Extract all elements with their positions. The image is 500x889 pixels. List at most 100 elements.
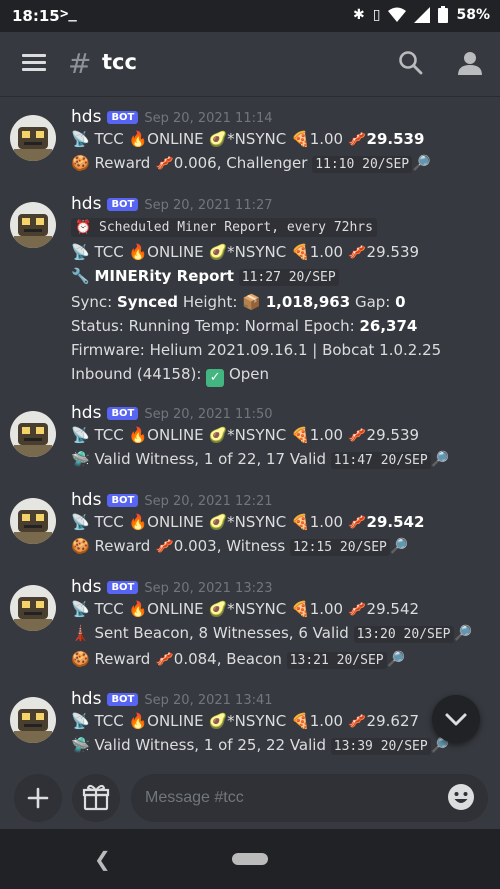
vibrate-icon: ▯ (372, 6, 381, 23)
message: hds BOT Sep 20, 2021 11:50 📡 TCC 🔥ONLINE 🥑… (0, 403, 500, 473)
cookie-icon: 🍪 (71, 650, 90, 668)
fire-icon: 🔥 (128, 513, 148, 531)
box-icon: 📦 (242, 293, 261, 311)
message-list[interactable]: hds BOT Sep 20, 2021 11:14 📡 TCC 🔥ONLINE 🥑… (0, 97, 500, 769)
message: hds BOT Sep 20, 2021 11:14 📡 TCC 🔥ONLINE 🥑… (0, 107, 500, 177)
magnifier-icon[interactable]: 🔎 (431, 450, 450, 468)
message-author[interactable]: hds (71, 490, 101, 510)
search-icon[interactable] (398, 50, 424, 76)
fire-icon: 🔥 (128, 243, 148, 261)
message-input[interactable] (131, 774, 488, 822)
ufo-icon: 🛸 (71, 736, 90, 754)
message: hds BOT Sep 20, 2021 12:21 📡 TCC 🔥ONLINE 🥑… (0, 490, 500, 560)
satellite-icon: 📡 (71, 513, 90, 531)
avocado-icon: 🥑 (208, 426, 228, 444)
message-author[interactable]: hds (71, 689, 101, 709)
emoji-icon[interactable] (447, 783, 475, 811)
sync-line: Sync: Synced Height: 📦 1,018,963 Gap: 0 (71, 293, 406, 311)
fire-icon: 🔥 (128, 130, 148, 148)
message-timestamp: Sep 20, 2021 13:23 (144, 581, 273, 596)
gift-button[interactable] (72, 774, 120, 822)
reward-line: 🍪 Reward 🥓0.003, Witness 12:15 20/SEP 🔎 (71, 537, 409, 556)
bot-avatar[interactable] (10, 202, 56, 248)
chevron-down-icon (445, 713, 467, 726)
bot-avatar[interactable] (10, 498, 56, 544)
cookie-icon: 🍪 (71, 154, 90, 172)
bot-avatar[interactable] (10, 115, 56, 161)
message: hds BOT Sep 20, 2021 13:23 📡 TCC 🔥ONLINE 🥑… (0, 577, 500, 673)
battery-icon (438, 6, 449, 23)
magnifier-icon[interactable]: 🔎 (412, 154, 431, 172)
message-author[interactable]: hds (71, 403, 101, 423)
message-timestamp: Sep 20, 2021 11:50 (144, 407, 273, 422)
firmware-line: Firmware: Helium 2021.09.16.1 | Bobcat 1… (71, 341, 442, 359)
cookie-icon: 🍪 (71, 537, 90, 555)
status-line: 📡 TCC 🔥ONLINE 🥑*NSYNC 🍕1.00 🥓29.542 (71, 600, 420, 618)
magnifier-icon[interactable]: 🔎 (387, 650, 406, 668)
magnifier-icon[interactable]: 🔎 (454, 624, 473, 642)
fire-icon: 🔥 (128, 600, 148, 618)
magnifier-icon[interactable]: 🔎 (390, 537, 409, 555)
channel-header: # tcc (0, 32, 500, 97)
status-line: 📡 TCC 🔥ONLINE 🥑*NSYNC 🍕1.00 🥓29.539 (71, 243, 420, 261)
report-title-line: 🔧 MINERity Report 11:27 20/SEP (71, 264, 500, 290)
jump-to-bottom-button[interactable] (432, 695, 480, 743)
members-icon[interactable] (456, 50, 484, 76)
status-line: 📡 TCC 🔥ONLINE 🥑*NSYNC 🍕1.00 🥓29.542 (71, 513, 425, 531)
gift-icon (82, 784, 110, 811)
status-bar: 18:15 >_ ✱ ▯ 58% (0, 0, 500, 32)
pizza-icon: 🍕 (291, 600, 310, 618)
bot-badge: BOT (107, 407, 139, 420)
message-composer (0, 769, 500, 829)
pizza-icon: 🍕 (291, 513, 310, 531)
status-time: 18:15 (12, 7, 60, 25)
bot-avatar[interactable] (10, 697, 56, 743)
pizza-icon: 🍕 (291, 712, 310, 730)
status-info-line: Status: Running Temp: Normal Epoch: 26,3… (71, 317, 418, 335)
message-author[interactable]: hds (71, 107, 101, 127)
satellite-icon: 📡 (71, 600, 90, 618)
system-navigation-bar: ❮ (0, 829, 500, 889)
bacon-icon: 🥓 (347, 600, 367, 618)
menu-icon[interactable] (22, 54, 46, 72)
bot-badge: BOT (107, 581, 139, 594)
bot-avatar[interactable] (10, 585, 56, 631)
bacon-icon: 🥓 (347, 426, 367, 444)
attach-button[interactable] (14, 774, 62, 822)
avocado-icon: 🥑 (208, 712, 228, 730)
bluetooth-icon: ✱ (353, 6, 365, 23)
reward-line: 🍪 Reward 🥓0.006, Challenger 11:10 20/SEP… (71, 154, 431, 173)
witness-line: 🛸 Valid Witness, 1 of 22, 17 Valid 11:47… (71, 450, 450, 469)
pizza-icon: 🍕 (291, 130, 310, 148)
bot-badge: BOT (107, 494, 139, 507)
inbound-line: Inbound (44158): ✓ Open (71, 365, 270, 387)
message-timestamp: Sep 20, 2021 11:14 (144, 111, 273, 126)
avocado-icon: 🥑 (208, 130, 228, 148)
message-author[interactable]: hds (71, 194, 101, 214)
terminal-icon: >_ (60, 6, 77, 22)
fire-icon: 🔥 (128, 426, 148, 444)
battery-percent: 58% (456, 6, 490, 23)
satellite-icon: 📡 (71, 243, 90, 261)
bot-badge: BOT (107, 693, 139, 706)
pizza-icon: 🍕 (291, 426, 310, 444)
bot-avatar[interactable] (10, 411, 56, 457)
bacon-icon: 🥓 (347, 243, 367, 261)
wifi-icon (388, 7, 407, 22)
fire-icon: 🔥 (128, 712, 148, 730)
status-line: 📡 TCC 🔥ONLINE 🥑*NSYNC 🍕1.00 🥓29.539 (71, 130, 425, 148)
check-icon: ✓ (206, 369, 225, 387)
back-icon[interactable]: ❮ (94, 847, 111, 871)
message: hds BOT Sep 20, 2021 13:41 📡 TCC 🔥ONLINE 🥑… (0, 689, 500, 759)
home-pill[interactable] (232, 853, 268, 865)
message-timestamp: Sep 20, 2021 11:27 (144, 198, 273, 213)
avocado-icon: 🥑 (208, 243, 228, 261)
tools-icon: 🔧 (71, 267, 90, 285)
satellite-icon: 📡 (71, 426, 90, 444)
tower-icon: 🗼 (71, 624, 90, 642)
signal-icon (414, 6, 431, 23)
pizza-icon: 🍕 (291, 243, 310, 261)
message-author[interactable]: hds (71, 577, 101, 597)
beacon-line: 🗼 Sent Beacon, 8 Witnesses, 6 Valid 13:2… (71, 624, 473, 643)
plus-icon (27, 787, 49, 809)
